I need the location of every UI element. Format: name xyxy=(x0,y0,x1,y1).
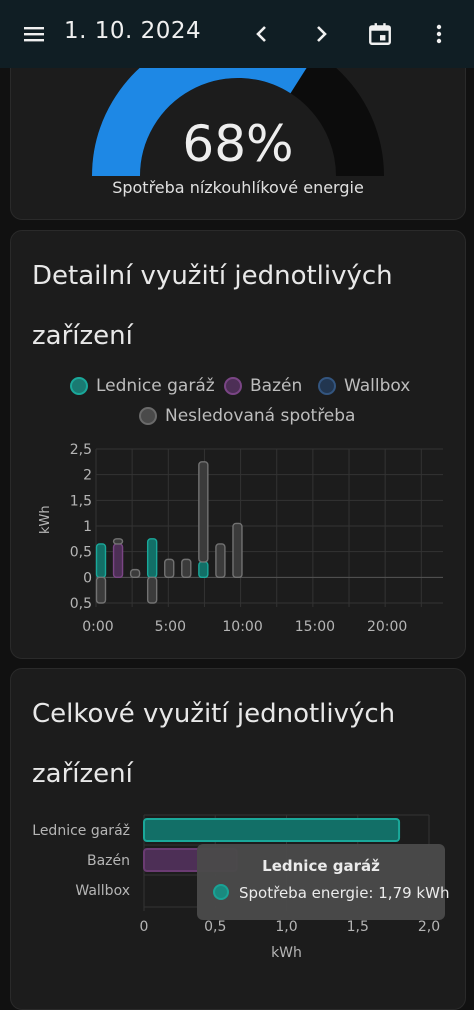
tooltip-title: Lednice garáž xyxy=(262,857,380,875)
x-tick-label: 0:00 xyxy=(82,619,113,635)
calendar-icon[interactable] xyxy=(360,14,400,54)
legend-dot xyxy=(139,407,157,425)
top-app-bar: 1. 10. 2024 xyxy=(0,0,474,68)
detail-bar-chart: 2,5 2 1,5 1 0,5 0 0,5 kWh 0:00 5:00 10:00 15:00 20:0… xyxy=(38,442,443,635)
total-usage-card: Celkové využití jednotlivých zařízení 0 0… xyxy=(10,668,466,1010)
menu-icon[interactable] xyxy=(14,14,54,54)
bar-bazen xyxy=(112,543,124,579)
detail-usage-card: Detailní využití jednotlivých zařízení L… xyxy=(10,230,466,659)
category-label: Bazén xyxy=(87,853,130,869)
y-tick-label: 2 xyxy=(83,468,92,484)
legend-dot xyxy=(224,377,242,395)
bar-lednice xyxy=(146,538,158,579)
bar-unmonitored xyxy=(112,538,124,545)
x-tick-label: 5:00 xyxy=(155,619,186,635)
bar-unmonitored xyxy=(146,576,158,604)
chart-tooltip: Lednice garáž Spotřeba energie: 1,79 kWh xyxy=(197,844,449,920)
x-tick-label: 20:00 xyxy=(367,619,407,635)
chevron-left-icon[interactable] xyxy=(242,14,282,54)
bar-unmonitored xyxy=(129,568,141,579)
x-tick-label: 2,0 xyxy=(418,919,440,935)
bar-lednice xyxy=(95,543,107,579)
legend-item-wallbox[interactable]: Wallbox xyxy=(318,376,410,396)
y-tick-label: 1 xyxy=(83,519,92,535)
total-card-title-line2: zařízení xyxy=(32,759,133,789)
x-axis-label: kWh xyxy=(271,945,302,959)
date-title: 1. 10. 2024 xyxy=(64,18,202,44)
gauge-value: 68% xyxy=(182,115,294,173)
legend-item-unmonitored[interactable]: Nesledovaná spotřeba xyxy=(139,406,355,426)
x-tick-label: 0 xyxy=(140,919,149,935)
tooltip-color-dot xyxy=(213,884,229,900)
bar-unmonitored xyxy=(198,461,209,563)
y-tick-label: 0 xyxy=(83,570,92,586)
y-tick-label: 1,5 xyxy=(70,493,92,509)
y-tick-label: 2,5 xyxy=(70,442,92,458)
bar-unmonitored xyxy=(232,522,243,579)
chevron-right-icon[interactable] xyxy=(301,14,341,54)
y-tick-label: 0,5 xyxy=(70,596,92,612)
detail-card-title-line2: zařízení xyxy=(32,321,133,351)
legend-label: Lednice garáž xyxy=(96,376,215,396)
detail-card-title-line1: Detailní využití jednotlivých xyxy=(32,261,393,291)
total-card-title-line1: Celkové využití jednotlivých xyxy=(32,699,396,729)
legend-label: Nesledovaná spotřeba xyxy=(165,406,356,426)
bar-unmonitored xyxy=(181,558,192,579)
category-label: Lednice garáž xyxy=(32,823,130,839)
y-tick-label: 0,5 xyxy=(70,545,92,561)
legend-label: Bazén xyxy=(250,376,303,396)
bar-0 xyxy=(143,818,401,842)
x-tick-label: 1,5 xyxy=(347,919,369,935)
tooltip-text: Spotřeba energie: 1,79 kWh xyxy=(239,884,450,902)
y-axis-label: kWh xyxy=(38,505,53,534)
x-tick-label: 15:00 xyxy=(295,619,335,635)
legend-item-bazen[interactable]: Bazén xyxy=(224,376,302,396)
bar-unmonitored xyxy=(95,576,107,604)
bar-unmonitored xyxy=(215,543,226,579)
more-vert-icon[interactable] xyxy=(419,14,459,54)
legend-dot xyxy=(318,377,336,395)
x-tick-label: 10:00 xyxy=(222,619,262,635)
category-label: Wallbox xyxy=(75,883,130,899)
gauge-caption: Spotřeba nízkouhlíkové energie xyxy=(112,178,364,197)
bar-lednice xyxy=(198,561,209,579)
bar-unmonitored xyxy=(164,558,175,579)
legend-dot xyxy=(70,377,88,395)
legend-item-lednice[interactable]: Lednice garáž xyxy=(70,376,215,396)
x-tick-label: 1,0 xyxy=(275,919,297,935)
legend-label: Wallbox xyxy=(344,376,411,396)
x-tick-label: 0,5 xyxy=(204,919,226,935)
